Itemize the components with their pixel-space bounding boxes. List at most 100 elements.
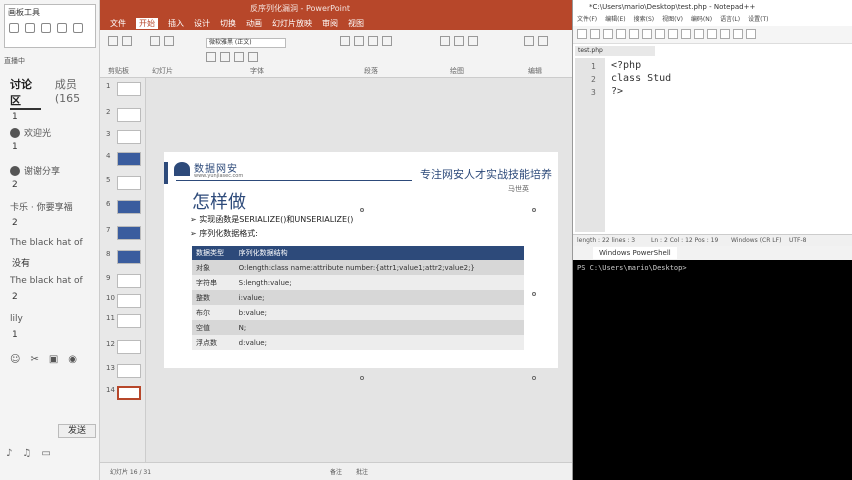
- undo-icon[interactable]: [694, 29, 704, 39]
- serialization-table[interactable]: 数据类型 序列化数据结构 对象 O:length:class name:attri…: [192, 246, 524, 350]
- slide-thumbnail[interactable]: [117, 314, 141, 328]
- powershell-window[interactable]: Windows PowerShell PS C:\Users\mario\Des…: [572, 246, 852, 480]
- camera-icon[interactable]: ▭: [41, 448, 50, 459]
- open-icon[interactable]: [590, 29, 600, 39]
- numbering-icon[interactable]: [354, 36, 364, 46]
- close-icon[interactable]: [629, 29, 639, 39]
- status-position: Ln : 2 Col : 12 Pos : 19: [651, 237, 719, 244]
- color-icon[interactable]: [73, 23, 83, 33]
- slide-thumbnail[interactable]: [117, 226, 141, 240]
- slide-thumbnail[interactable]: [117, 130, 141, 144]
- file-tab[interactable]: test.php: [575, 46, 655, 56]
- quick-styles-icon[interactable]: [468, 36, 478, 46]
- underline-icon[interactable]: [234, 52, 244, 62]
- slide-thumbnail[interactable]: [117, 364, 141, 378]
- slide-thumbnail[interactable]: [117, 294, 141, 308]
- tab-transitions[interactable]: 切换: [220, 18, 236, 29]
- paste-icon[interactable]: [108, 36, 118, 46]
- tab-discussion[interactable]: 讨论区: [10, 76, 41, 110]
- tab-insert[interactable]: 插入: [168, 18, 184, 29]
- redo-icon[interactable]: [707, 29, 717, 39]
- chat-toolbar: ☺ ✂ ▣ ◉: [10, 354, 77, 365]
- speaker-icon[interactable]: ♫: [22, 448, 31, 459]
- new-file-icon[interactable]: [577, 29, 587, 39]
- slide-canvas[interactable]: 数据网安 www.yunjiasec.com 专注网安人才实战技能培养 马世英 …: [164, 152, 558, 380]
- save-all-icon[interactable]: [616, 29, 626, 39]
- mic-icon[interactable]: ♪: [6, 448, 12, 459]
- font-name-select[interactable]: 微软雅黑 (正文): [206, 38, 286, 48]
- bullet-text[interactable]: ➢ 序列化数据格式:: [190, 228, 258, 239]
- slide-thumbnail[interactable]: [117, 176, 141, 190]
- find-icon[interactable]: [524, 36, 534, 46]
- slide-thumbnail[interactable]: [117, 250, 141, 264]
- menu-item[interactable]: 设置(T): [748, 14, 768, 24]
- more-icon[interactable]: ◉: [68, 354, 77, 365]
- shapes-icon[interactable]: [440, 36, 450, 46]
- tab-members[interactable]: 成员(165: [55, 76, 99, 110]
- shell-prompt[interactable]: PS C:\Users\mario\Desktop>: [577, 264, 687, 272]
- arrange-icon[interactable]: [454, 36, 464, 46]
- tab-animations[interactable]: 动画: [246, 18, 262, 29]
- menu-item[interactable]: 视图(V): [662, 14, 683, 24]
- selection-handle[interactable]: [360, 376, 364, 380]
- slide-thumbnail[interactable]: [117, 200, 141, 214]
- layout-icon[interactable]: [164, 36, 174, 46]
- cut-icon[interactable]: [655, 29, 665, 39]
- thumb-number: 10: [106, 294, 115, 302]
- copy-icon[interactable]: [668, 29, 678, 39]
- menu-item[interactable]: 搜索(S): [634, 14, 655, 24]
- code-line[interactable]: ?>: [611, 86, 623, 97]
- ppt-titlebar: 反序列化漏洞 - PowerPoint: [100, 0, 572, 16]
- zoom-out-icon[interactable]: [746, 29, 756, 39]
- slide-thumbnail-selected[interactable]: [117, 386, 141, 400]
- tab-review[interactable]: 审阅: [322, 18, 338, 29]
- comments-button[interactable]: 批注: [356, 467, 368, 476]
- find-icon[interactable]: [720, 29, 730, 39]
- selection-handle[interactable]: [532, 208, 536, 212]
- selection-handle[interactable]: [532, 376, 536, 380]
- selection-handle[interactable]: [360, 208, 364, 212]
- eraser-icon[interactable]: [25, 23, 35, 33]
- menu-item[interactable]: 语言(L): [720, 14, 740, 24]
- align-left-icon[interactable]: [368, 36, 378, 46]
- code-line[interactable]: class Stud: [611, 73, 671, 84]
- tab-view[interactable]: 视图: [348, 18, 364, 29]
- tab-home[interactable]: 开始: [136, 17, 158, 29]
- image-icon[interactable]: ▣: [49, 354, 58, 365]
- tab-design[interactable]: 设计: [194, 18, 210, 29]
- slide-thumbnail[interactable]: [117, 340, 141, 354]
- print-icon[interactable]: [642, 29, 652, 39]
- slide-heading[interactable]: 怎样做: [192, 188, 246, 214]
- menu-item[interactable]: 编辑(E): [605, 14, 625, 24]
- cut-icon[interactable]: [122, 36, 132, 46]
- slide-thumbnail[interactable]: [117, 108, 141, 122]
- emoji-icon[interactable]: ☺: [10, 354, 20, 365]
- italic-icon[interactable]: [220, 52, 230, 62]
- text-icon[interactable]: [57, 23, 67, 33]
- font-color-icon[interactable]: [248, 52, 258, 62]
- bullet-text[interactable]: ➢ 实现函数是SERIALIZE()和UNSERIALIZE(): [190, 214, 353, 225]
- shape-icon[interactable]: [41, 23, 51, 33]
- slide-thumbnail[interactable]: [117, 274, 141, 288]
- scissors-icon[interactable]: ✂: [30, 354, 38, 365]
- bullets-icon[interactable]: [340, 36, 350, 46]
- zoom-in-icon[interactable]: [733, 29, 743, 39]
- send-button[interactable]: 发送: [58, 424, 96, 438]
- notes-button[interactable]: 备注: [330, 467, 342, 476]
- slide-thumbnail[interactable]: [117, 152, 141, 166]
- selection-handle[interactable]: [532, 292, 536, 296]
- code-line[interactable]: <?php: [611, 60, 641, 71]
- save-icon[interactable]: [603, 29, 613, 39]
- menu-item[interactable]: 编码(N): [691, 14, 712, 24]
- powershell-tab[interactable]: Windows PowerShell: [593, 247, 677, 259]
- bold-icon[interactable]: [206, 52, 216, 62]
- slide-thumbnail[interactable]: [117, 82, 141, 96]
- tab-slideshow[interactable]: 幻灯片放映: [272, 18, 312, 29]
- menu-item[interactable]: 文件(F): [577, 14, 597, 24]
- replace-icon[interactable]: [538, 36, 548, 46]
- pen-icon[interactable]: [9, 23, 19, 33]
- tab-file[interactable]: 文件: [110, 18, 126, 29]
- align-center-icon[interactable]: [382, 36, 392, 46]
- paste-icon[interactable]: [681, 29, 691, 39]
- new-slide-icon[interactable]: [150, 36, 160, 46]
